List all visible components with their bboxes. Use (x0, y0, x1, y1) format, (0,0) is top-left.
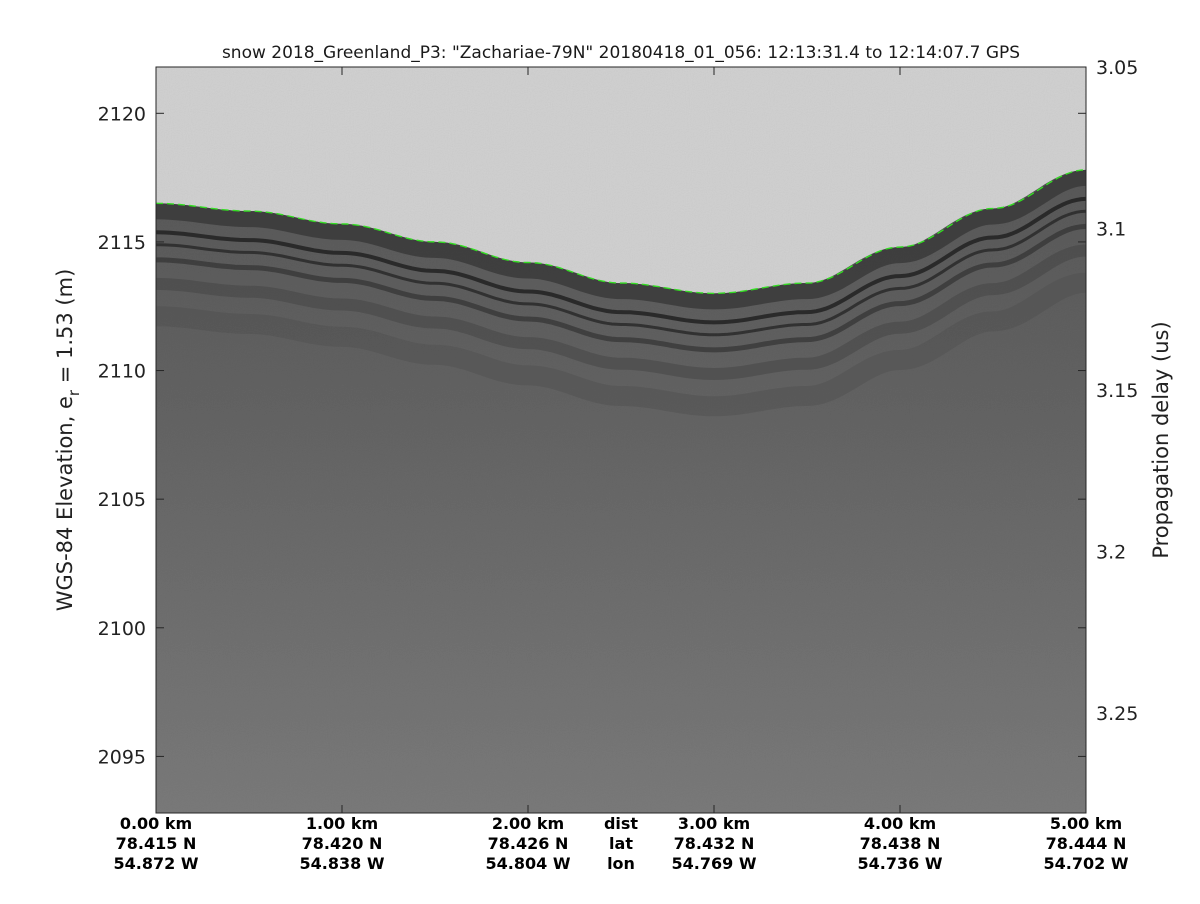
x-row-label-lat: lat (609, 834, 633, 853)
x-tick-lon-label: 54.804 W (486, 854, 571, 873)
y2-tick-label: 3.15 (1096, 380, 1138, 402)
radar-echogram-figure: 2095 2100 2105 2110 2115 2120 3.05 3.1 3.15 3.2 3… (0, 0, 1200, 900)
y2-axis-title: Propagation delay (us) (1149, 321, 1173, 558)
x-tick-lat-label: 78.420 N (302, 834, 383, 853)
x-tick-lat-label: 78.444 N (1046, 834, 1127, 853)
y-tick-label: 2115 (98, 232, 146, 254)
x-tick-lat-label: 78.438 N (860, 834, 941, 853)
y-axis-title-tail: = 1.53 (m) (53, 269, 77, 390)
y-tick-label: 2120 (98, 103, 146, 125)
y-tick-label: 2100 (98, 618, 146, 640)
y-tick-label: 2095 (98, 746, 146, 768)
y-axis-title-main: WGS-84 Elevation, e (53, 396, 77, 611)
x-tick-lat-label: 78.426 N (488, 834, 569, 853)
x-tick-lon-label: 54.872 W (114, 854, 199, 873)
y2-tick-label: 3.1 (1096, 218, 1126, 240)
x-tick-lon-label: 54.736 W (858, 854, 943, 873)
x-tick-dist-label: 2.00 km (492, 814, 564, 833)
x-tick-dist-label: 5.00 km (1050, 814, 1122, 833)
echogram-plot-area (156, 67, 1086, 813)
x-tick-dist-label: 0.00 km (120, 814, 192, 833)
x-tick-dist-label: 1.00 km (306, 814, 378, 833)
x-row-label-dist: dist (604, 814, 638, 833)
y-tick-label: 2105 (98, 489, 146, 511)
x-tick-lon-label: 54.702 W (1044, 854, 1129, 873)
y2-tick-label: 3.05 (1096, 57, 1138, 79)
chart-title: snow 2018_Greenland_P3: "Zachariae-79N" … (222, 43, 1020, 63)
x-tick-dist-label: 3.00 km (678, 814, 750, 833)
x-tick-lon-label: 54.838 W (300, 854, 385, 873)
y2-tick-label: 3.25 (1096, 703, 1138, 725)
x-row-label-lon: lon (607, 854, 635, 873)
y-tick-label: 2110 (98, 361, 146, 383)
x-tick-lon-label: 54.769 W (672, 854, 757, 873)
y-axis-title: WGS-84 Elevation, er = 1.53 (m) (53, 269, 83, 612)
y2-tick-label: 3.2 (1096, 541, 1126, 563)
x-tick-lat-label: 78.415 N (116, 834, 197, 853)
x-tick-dist-label: 4.00 km (864, 814, 936, 833)
x-tick-lat-label: 78.432 N (674, 834, 755, 853)
